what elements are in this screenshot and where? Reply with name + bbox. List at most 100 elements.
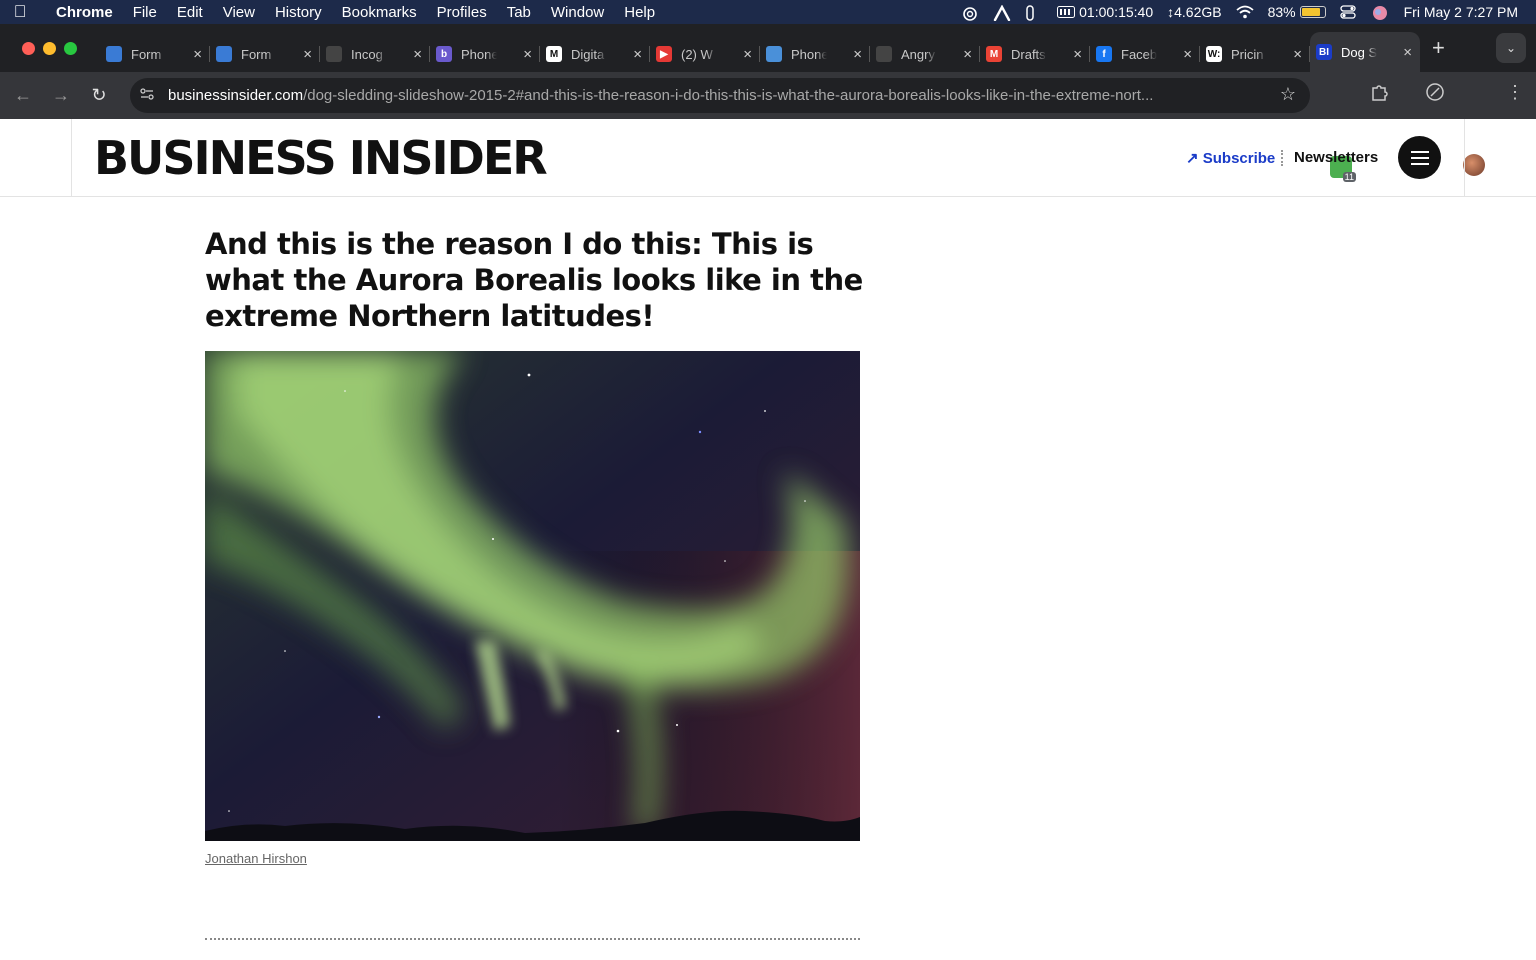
browser-tab[interactable]: Form × [210, 36, 320, 72]
menu-file[interactable]: File [123, 4, 167, 21]
menu-app-name[interactable]: Chrome [40, 4, 123, 21]
control-center-icon[interactable] [1339, 5, 1358, 19]
site-info-icon[interactable] [138, 86, 156, 104]
tab-close-icon[interactable]: × [303, 46, 312, 63]
close-window-button[interactable] [22, 41, 35, 55]
tab-search-button[interactable]: ⌄ [1496, 33, 1526, 63]
slide-headline: And this is the reason I do this: This i… [205, 227, 863, 333]
section-divider [205, 938, 860, 940]
mountain-icon [106, 46, 122, 62]
browser-tab[interactable]: f Faceb × [1090, 36, 1200, 72]
arc-status-icon[interactable] [993, 4, 1011, 22]
memory-status[interactable]: ↕4.62GB [1167, 4, 1221, 20]
tab-title: Pricin [1231, 46, 1264, 62]
menubar-clock[interactable]: Fri May 2 7:27 PM [1404, 4, 1518, 20]
phone-icon [766, 46, 782, 62]
battery-percent: 83% [1267, 4, 1296, 20]
hamburger-line [1410, 150, 1429, 153]
tab-close-icon[interactable]: × [1183, 46, 1192, 63]
profile-avatar[interactable] [1463, 154, 1485, 176]
subscribe-link[interactable]: ↗ Subscribe [1186, 149, 1275, 167]
chrome-menu-icon[interactable]: ⋮ [1506, 82, 1524, 103]
forward-button[interactable]: → [42, 85, 80, 106]
performance-leaf-icon[interactable] [1425, 82, 1445, 107]
tab-title: Form [131, 46, 162, 62]
minimize-window-button[interactable] [43, 41, 56, 55]
browser-tab[interactable]: ▶ (2) W × [650, 36, 760, 72]
browser-tab[interactable]: W: Pricin × [1200, 36, 1310, 72]
browser-tab[interactable]: M Drafts × [980, 36, 1090, 72]
youtube-icon: ▶ [656, 46, 672, 62]
photo-credit-link[interactable]: Jonathan Hirshon [205, 851, 307, 866]
zoom-window-button[interactable] [64, 41, 77, 55]
tab-close-icon[interactable]: × [743, 46, 752, 63]
chatgpt-status-icon[interactable] [961, 5, 979, 21]
tab-close-icon[interactable]: × [193, 46, 202, 63]
browser-tab[interactable]: b Phone × [430, 36, 540, 72]
timer-status[interactable]: 01:00:15:40 [1057, 4, 1153, 20]
tab-title: Incog [351, 46, 383, 62]
hamburger-line [1410, 162, 1429, 165]
reload-button[interactable]: ↻ [80, 85, 118, 106]
chrome-tab-strip: Form × Form × Incog × b Phone × M Digita × ▶ (2) W × Ph… [0, 24, 1536, 72]
tab-title: Form [241, 46, 272, 62]
aurora-photo[interactable] [205, 351, 860, 841]
bookmark-star-icon[interactable]: ☆ [1280, 84, 1296, 105]
wifi-icon[interactable] [1236, 5, 1254, 19]
back-button[interactable]: ← [4, 85, 42, 106]
m-icon: M [546, 46, 562, 62]
tab-close-icon[interactable]: × [1403, 44, 1412, 61]
menu-edit[interactable]: Edit [167, 4, 213, 21]
address-bar[interactable]: businessinsider.com/dog-sledding-slidesh… [130, 78, 1310, 113]
url-text: businessinsider.com/dog-sledding-slidesh… [168, 87, 1258, 104]
chrome-toolbar: ← → ↻ businessinsider.com/dog-sledding-s… [0, 72, 1536, 182]
tab-title: Faceb [1121, 46, 1157, 62]
new-tab-button[interactable]: + [1432, 35, 1445, 61]
browser-tab[interactable]: Form × [100, 36, 210, 72]
business-insider-logo[interactable]: BUSINESS INSIDER [94, 131, 548, 185]
browser-tab[interactable]: Angry × [870, 36, 980, 72]
tab-title: Angry [901, 46, 935, 62]
window-controls [0, 41, 100, 55]
extensions-puzzle-icon[interactable] [1369, 82, 1389, 107]
tab-title: Digita [571, 46, 605, 62]
menu-bookmarks[interactable]: Bookmarks [332, 4, 427, 21]
site-header: BUSINESS INSIDER ↗ Subscribe Newsletters [71, 119, 1465, 197]
openai-icon [876, 46, 892, 62]
menu-help[interactable]: Help [614, 4, 665, 21]
bi-icon: BI [1316, 44, 1332, 60]
menu-tab[interactable]: Tab [497, 4, 541, 21]
hamburger-menu-button[interactable] [1398, 136, 1441, 179]
browser-tab[interactable]: Phone × [760, 36, 870, 72]
siri-icon[interactable] [1372, 5, 1390, 20]
browser-tab[interactable]: BI Dog S × [1310, 32, 1420, 72]
tab-title: Phone [791, 46, 827, 62]
menu-view[interactable]: View [213, 4, 265, 21]
w-icon: W: [1206, 46, 1222, 62]
url-path: /dog-sledding-slideshow-2015-2#and-this-… [303, 87, 1154, 104]
tab-title: Dog S [1341, 44, 1377, 60]
battery-icon [1299, 6, 1326, 18]
openai-icon [326, 46, 342, 62]
battery-grid-icon [1057, 6, 1076, 18]
battery-status[interactable]: 83% [1268, 4, 1326, 20]
tab-close-icon[interactable]: × [523, 46, 532, 63]
paperclip-status-icon[interactable] [1025, 5, 1043, 21]
tab-close-icon[interactable]: × [1293, 46, 1302, 63]
tab-close-icon[interactable]: × [853, 46, 862, 63]
b-icon: b [436, 46, 452, 62]
gmail-icon: M [986, 46, 1002, 62]
tab-close-icon[interactable]: × [1073, 46, 1082, 63]
browser-tab[interactable]: Incog × [320, 36, 430, 72]
menu-history[interactable]: History [265, 4, 332, 21]
tab-close-icon[interactable]: × [963, 46, 972, 63]
menu-window[interactable]: Window [541, 4, 614, 21]
apple-menu-icon[interactable]:  [0, 2, 40, 22]
tab-close-icon[interactable]: × [413, 46, 422, 63]
menu-profiles[interactable]: Profiles [427, 4, 497, 21]
newsletters-link[interactable]: Newsletters [1294, 149, 1378, 166]
arrow-up-right-icon: ↗ [1186, 150, 1203, 167]
browser-tab[interactable]: M Digita × [540, 36, 650, 72]
tab-title: (2) W [681, 46, 713, 62]
tab-close-icon[interactable]: × [633, 46, 642, 63]
